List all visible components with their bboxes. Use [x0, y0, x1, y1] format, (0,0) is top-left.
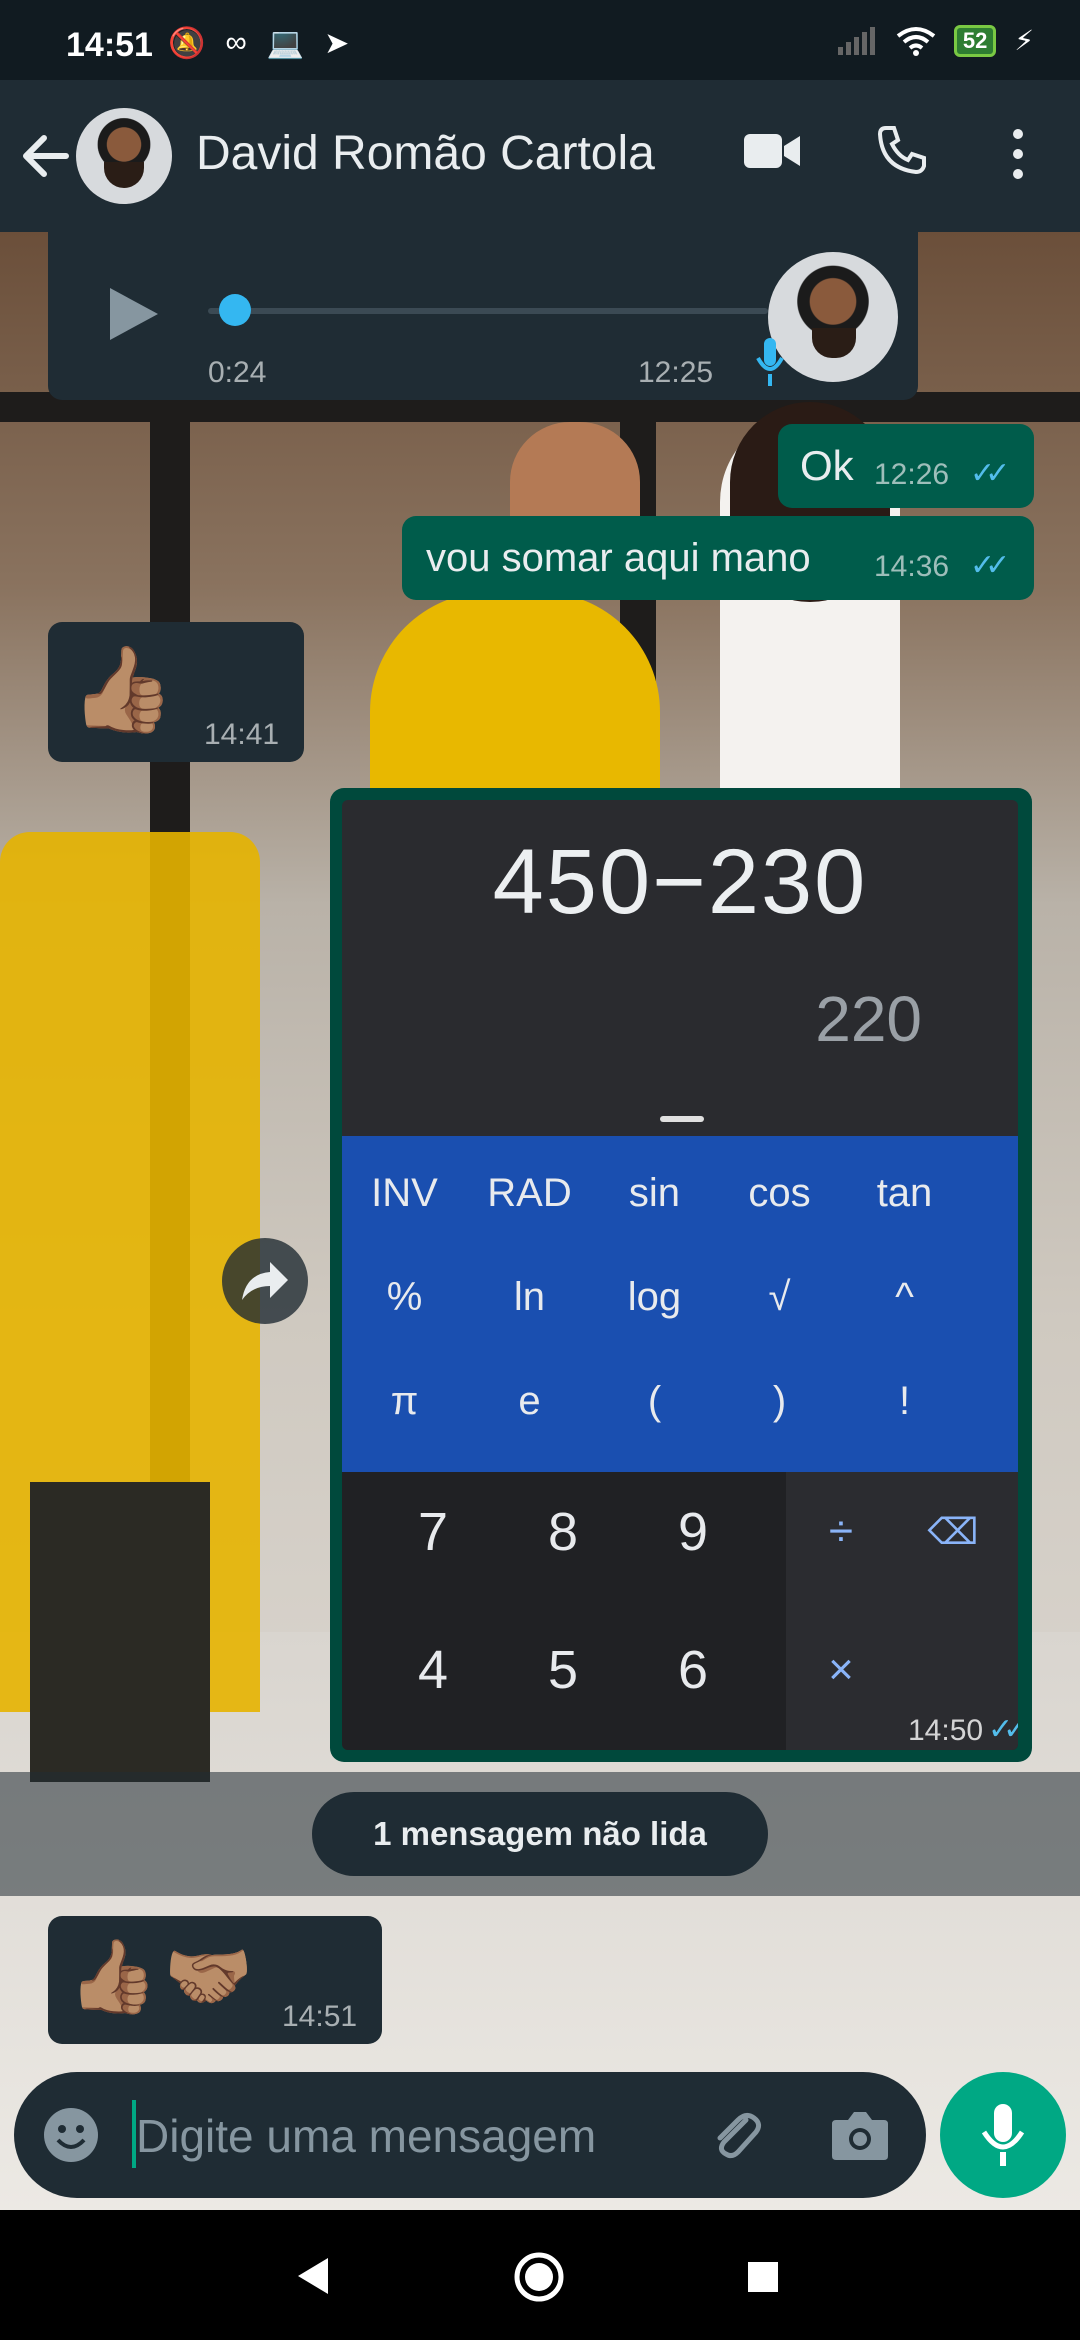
- phone-icon[interactable]: [876, 124, 928, 176]
- calc-key-7: 7: [417, 1502, 449, 1562]
- nav-home-icon[interactable]: [512, 2250, 566, 2304]
- status-notification-icons: 🔕 ∞ 💻 ➤: [168, 26, 349, 61]
- calc-key-open-paren: (: [647, 1379, 662, 1423]
- camera-icon[interactable]: [830, 2108, 890, 2162]
- calc-key-sin: sin: [628, 1171, 681, 1215]
- attach-icon[interactable]: [706, 2106, 766, 2166]
- calc-expression: 450−230: [492, 831, 868, 933]
- wallpaper-person-legs: [30, 1482, 210, 1782]
- message-time: 14:36: [874, 550, 950, 583]
- status-time: 14:51: [66, 26, 153, 64]
- calc-scientific-panel: INV RAD sin cos tan % ln log √ ^ π e ( )…: [342, 1136, 1018, 1472]
- status-system-icons: 52 ⚡: [837, 24, 1034, 57]
- battery-indicator: 52: [953, 24, 997, 57]
- back-arrow-icon[interactable]: [16, 124, 76, 188]
- emoji-icon[interactable]: [42, 2106, 100, 2164]
- message-text: vou somar aqui mano: [426, 536, 811, 580]
- calc-key-pi: π: [390, 1379, 419, 1423]
- status-bar: 14:51 🔕 ∞ 💻 ➤ 52 ⚡: [0, 0, 1080, 80]
- backspace-icon: ⌫: [927, 1511, 979, 1552]
- laptop-icon: 💻: [266, 27, 305, 60]
- system-navigation-bar: [0, 2210, 1080, 2340]
- message-text: Ok: [800, 442, 854, 489]
- calc-operator-column: ÷ ⌫ ×: [786, 1472, 1018, 1750]
- voice-duration: 0:24: [208, 356, 267, 389]
- mic-icon: [756, 338, 784, 386]
- chat-header: David Romão Cartola: [0, 80, 1080, 232]
- voicemail-icon: ∞: [225, 26, 247, 59]
- message-emoji: 👍🏽🤝🏽: [68, 1937, 260, 2017]
- calc-key-6: 6: [677, 1640, 709, 1700]
- read-ticks-icon: ✓✓: [970, 457, 1010, 490]
- calc-key-divide: ÷: [828, 1507, 854, 1556]
- read-ticks-icon: ✓✓: [988, 1713, 1018, 1746]
- calc-key-percent: %: [386, 1275, 423, 1319]
- mic-icon: [981, 2104, 1025, 2166]
- outgoing-message[interactable]: Ok 12:26 ✓✓: [778, 424, 1034, 508]
- calc-result: 220: [815, 983, 922, 1055]
- calc-key-ln: ln: [513, 1275, 546, 1319]
- message-time: 12:26: [874, 458, 950, 491]
- message-time: 14:51: [282, 2000, 358, 2033]
- calc-key-tan: tan: [876, 1171, 933, 1215]
- calc-key-5: 5: [547, 1640, 579, 1700]
- message-emoji: 👍🏽: [70, 642, 175, 736]
- voice-progress-track[interactable]: [208, 308, 768, 314]
- calc-drag-handle: [660, 1116, 704, 1122]
- outgoing-message[interactable]: vou somar aqui mano 14:36 ✓✓: [402, 516, 1034, 600]
- forward-button[interactable]: [222, 1238, 308, 1324]
- contact-avatar[interactable]: [76, 108, 172, 204]
- contact-name[interactable]: David Romão Cartola: [196, 126, 655, 181]
- calc-key-cos: cos: [748, 1171, 811, 1215]
- outgoing-image-message[interactable]: 450−230 220 INV RAD sin cos tan % ln log…: [330, 788, 1032, 1762]
- read-ticks-icon: ✓✓: [970, 549, 1010, 582]
- calculator-screenshot[interactable]: 450−230 220 INV RAD sin cos tan % ln log…: [342, 800, 1018, 1750]
- message-time: 14:50: [908, 1714, 984, 1747]
- calc-key-9: 9: [677, 1502, 709, 1562]
- signal-icon: [837, 26, 875, 55]
- play-icon[interactable]: [106, 284, 162, 344]
- calc-key-factorial: !: [898, 1379, 911, 1423]
- incoming-message[interactable]: 👍🏽 14:41: [48, 622, 304, 762]
- more-vert-icon[interactable]: [1006, 124, 1030, 184]
- message-input[interactable]: [134, 2096, 698, 2176]
- calc-key-4: 4: [417, 1640, 449, 1700]
- calc-key-inv: INV: [371, 1171, 438, 1215]
- muted-bell-icon: 🔕: [168, 27, 206, 60]
- nav-recents-icon[interactable]: [746, 2260, 780, 2294]
- calc-key-log: log: [627, 1275, 682, 1319]
- voice-progress-knob[interactable]: [219, 294, 252, 326]
- calc-key-close-paren: ): [772, 1379, 787, 1423]
- forward-icon: [242, 1262, 288, 1300]
- message-composer: [14, 2072, 926, 2198]
- calc-key-8: 8: [547, 1502, 579, 1562]
- message-time: 14:41: [204, 718, 280, 751]
- voice-record-button[interactable]: [940, 2072, 1066, 2198]
- calc-key-multiply: ×: [828, 1645, 854, 1694]
- nav-back-icon[interactable]: [296, 2256, 330, 2296]
- charging-icon: ⚡: [1014, 25, 1034, 56]
- calc-key-sqrt: √: [768, 1275, 791, 1319]
- voice-message-bubble[interactable]: 0:24 12:25: [48, 232, 918, 400]
- message-time: 12:25: [638, 356, 714, 389]
- calc-key-rad: RAD: [487, 1171, 572, 1215]
- calc-number-pad: 7 8 9 4 5 6 ÷ ⌫ ×: [342, 1472, 1018, 1750]
- voice-sender-avatar: [768, 252, 898, 382]
- video-call-icon[interactable]: [742, 130, 802, 172]
- calc-key-e: e: [518, 1379, 541, 1423]
- unread-messages-label: 1 mensagem não lida: [312, 1792, 768, 1876]
- calc-key-power: ^: [895, 1275, 914, 1319]
- incoming-message[interactable]: 👍🏽🤝🏽 14:51: [48, 1916, 382, 2044]
- wifi-icon: [896, 26, 936, 56]
- telegram-icon: ➤: [324, 27, 350, 60]
